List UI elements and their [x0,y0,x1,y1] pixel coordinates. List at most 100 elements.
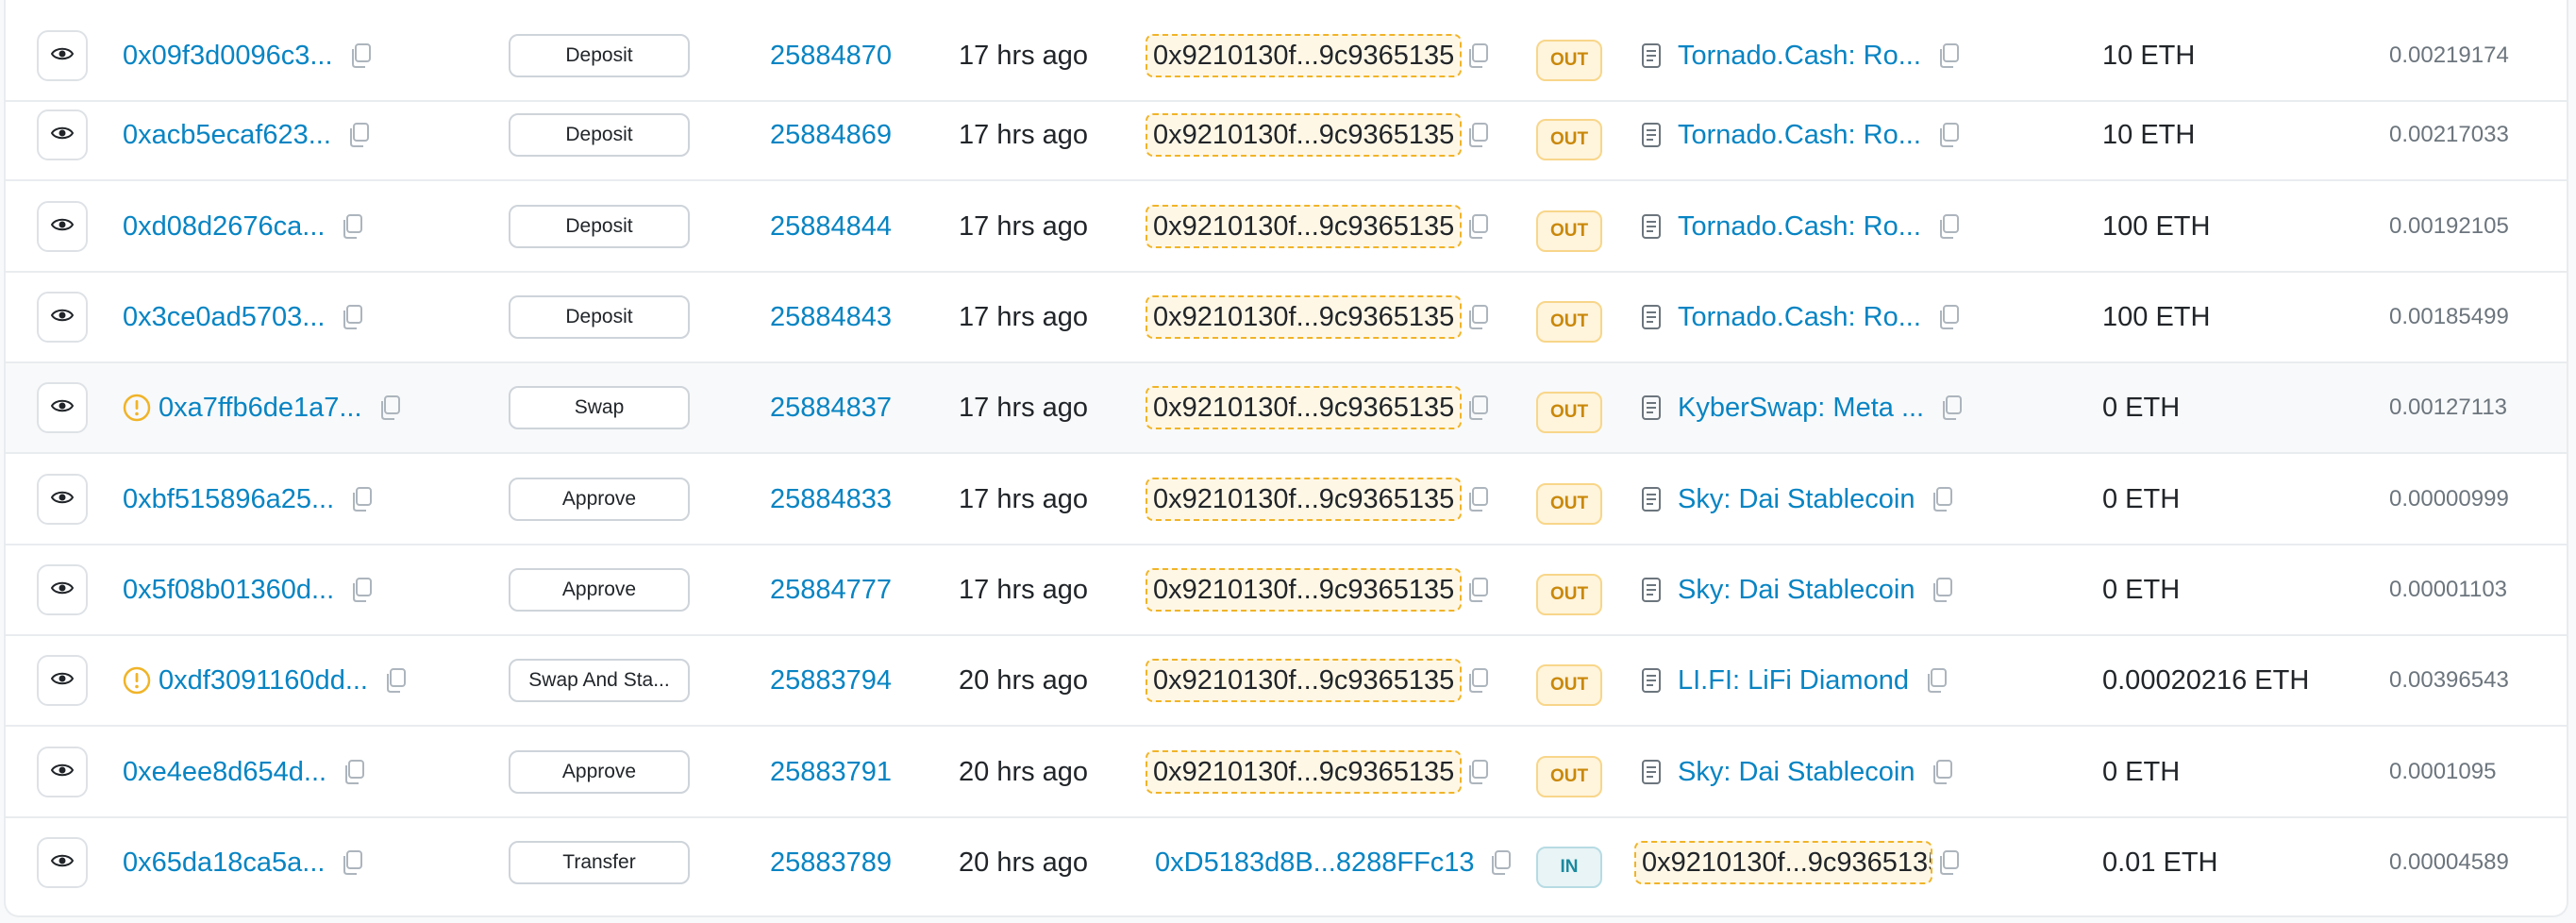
view-details-button[interactable] [37,474,88,525]
block-link[interactable]: 25883789 [770,847,892,879]
to-cell: Sky: Dai Stablecoin [1642,728,1953,816]
copy-icon[interactable] [1938,305,1959,329]
copy-icon[interactable] [1467,395,1489,420]
table-row: 0x09f3d0096c3... Deposit 25884870 17 hrs ag… [6,0,2567,102]
from-address-link[interactable]: 0x9210130f...9c9365135 [1146,386,1463,429]
copy-icon[interactable] [1938,123,1959,147]
block-cell: 25884870 [770,11,892,100]
view-details-button[interactable] [37,109,88,160]
to-address-link[interactable]: LI.FI: LiFi Diamond [1678,665,1909,696]
table-row: 0xe4ee8d654d... Approve 25883791 20 hrs ago… [6,728,2567,818]
copy-icon[interactable] [1941,395,1963,420]
copy-icon[interactable] [1467,578,1489,602]
copy-icon[interactable] [1467,760,1489,784]
block-link[interactable]: 25884869 [770,120,892,151]
eye-icon [50,45,75,67]
from-address-link[interactable]: 0x9210130f...9c9365135 [1146,34,1463,77]
from-address-link[interactable]: 0x9210130f...9c9365135 [1146,568,1463,612]
copy-icon[interactable] [1467,487,1489,512]
from-address-link[interactable]: 0x9210130f...9c9365135 [1146,478,1463,521]
copy-icon[interactable] [379,395,400,420]
copy-icon[interactable] [350,43,371,68]
copy-icon[interactable] [1490,850,1511,875]
from-address-link[interactable]: 0x9210130f...9c9365135 [1146,750,1463,794]
copy-icon[interactable] [351,578,373,602]
value-text: 0 ETH [2102,483,2181,514]
tx-hash-link[interactable]: 0xd08d2676ca... [123,211,325,243]
to-address-link[interactable]: Tornado.Cash: Ro... [1678,41,1921,72]
copy-icon[interactable] [1938,214,1959,239]
copy-icon[interactable] [1467,123,1489,147]
copy-icon[interactable] [1938,43,1959,68]
copy-icon[interactable] [1932,487,1953,512]
block-link[interactable]: 25883794 [770,665,892,696]
txn-fee-cell: 0.00192105 [2389,182,2509,271]
block-link[interactable]: 25884843 [770,302,892,333]
copy-icon[interactable] [1467,43,1489,68]
table-row: 0x65da18ca5a... Transfer 25883789 20 hrs ag… [6,818,2567,909]
tx-hash-link[interactable]: 0x3ce0ad5703... [123,302,325,333]
block-link[interactable]: 25884837 [770,393,892,424]
view-details-button[interactable] [37,837,88,888]
block-link[interactable]: 25884870 [770,41,892,72]
block-link[interactable]: 25884833 [770,484,892,515]
direction-badge: OUT [1536,756,1602,797]
document-icon [1642,305,1661,329]
copy-icon[interactable] [342,305,363,329]
from-address-link[interactable]: 0xD5183d8B...8288FFc13 [1155,847,1475,879]
tx-hash-link[interactable]: 0xe4ee8d654d... [123,757,326,788]
view-details-button[interactable] [37,30,88,81]
copy-icon[interactable] [351,487,373,512]
view-details-button[interactable] [37,382,88,433]
block-link[interactable]: 25884844 [770,211,892,243]
copy-icon[interactable] [1932,578,1953,602]
block-cell: 25884777 [770,545,892,634]
copy-icon[interactable] [342,214,363,239]
copy-icon[interactable] [1932,760,1953,784]
to-address-link[interactable]: KyberSwap: Meta ... [1678,393,1924,424]
from-address-link[interactable]: 0x9210130f...9c9365135 [1146,295,1463,339]
copy-icon[interactable] [385,668,406,693]
age-cell: 17 hrs ago [959,545,1088,634]
tx-hash-link[interactable]: 0x65da18ca5a... [123,847,325,879]
view-details-button[interactable] [37,747,88,797]
copy-icon[interactable] [1467,305,1489,329]
tx-hash-link[interactable]: 0xdf3091160dd... [159,665,368,696]
from-address-link[interactable]: 0x9210130f...9c9365135 [1146,205,1463,248]
tx-hash-link[interactable]: 0xacb5ecaf623... [123,120,331,151]
eye-icon [50,397,75,419]
to-address-link[interactable]: Tornado.Cash: Ro... [1678,120,1921,151]
copy-icon[interactable] [1467,214,1489,239]
from-address-link[interactable]: 0x9210130f...9c9365135 [1146,659,1463,702]
copy-icon[interactable] [1926,668,1947,693]
copy-icon[interactable] [342,850,363,875]
copy-icon[interactable] [348,123,369,147]
value-cell: 0.00020216 ETH [2102,636,2309,725]
age-cell: 17 hrs ago [959,91,1088,179]
copy-icon[interactable] [1938,850,1959,875]
tx-hash-link[interactable]: 0x5f08b01360d... [123,575,334,606]
view-details-button[interactable] [37,201,88,252]
copy-icon[interactable] [343,760,365,784]
txn-fee-cell: 0.00396543 [2389,636,2509,725]
block-link[interactable]: 25884777 [770,575,892,606]
eye-icon [50,670,75,692]
to-address-link[interactable]: Sky: Dai Stablecoin [1678,484,1915,515]
to-address-link[interactable]: Tornado.Cash: Ro... [1678,211,1921,243]
block-link[interactable]: 25883791 [770,757,892,788]
direction-badge: OUT [1536,301,1602,343]
view-details-button[interactable] [37,564,88,615]
tx-hash-link[interactable]: 0x09f3d0096c3... [123,41,333,72]
to-address-link[interactable]: Sky: Dai Stablecoin [1678,757,1915,788]
view-details-button[interactable] [37,655,88,706]
tx-hash-link[interactable]: 0xbf515896a25... [123,484,334,515]
to-address-link[interactable]: Sky: Dai Stablecoin [1678,575,1915,606]
to-address-link[interactable]: Tornado.Cash: Ro... [1678,302,1921,333]
method-badge: Deposit [509,295,690,339]
from-address-link[interactable]: 0x9210130f...9c9365135 [1146,113,1463,157]
copy-icon[interactable] [1467,668,1489,693]
to-address-link[interactable]: 0x9210130f...9c9365135 [1634,841,1932,884]
view-details-button[interactable] [37,292,88,343]
from-cell: 0x9210130f...9c9365135 [1146,91,1489,179]
tx-hash-link[interactable]: 0xa7ffb6de1a7... [159,393,362,424]
